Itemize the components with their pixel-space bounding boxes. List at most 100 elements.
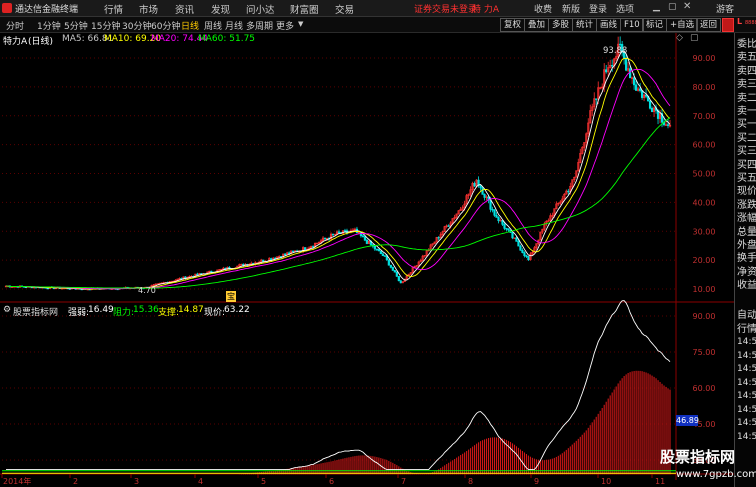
panel-header-small: 8888 [745, 20, 756, 26]
candle-body [331, 233, 335, 236]
candle-body [323, 237, 327, 240]
tick-time-3: 14:56 [737, 377, 756, 388]
candle-body [629, 68, 632, 79]
candle-body [491, 209, 494, 211]
candle-body [361, 235, 365, 237]
candle-body [611, 65, 614, 67]
candle-body [363, 236, 367, 241]
candle-body [437, 237, 440, 239]
candle-body [503, 224, 506, 229]
candle-body [389, 264, 392, 268]
price-tick-label: 20.00 [693, 256, 716, 265]
watermark-title: 股票指标网 [660, 448, 736, 466]
auto-label[interactable]: 自动 [737, 306, 756, 321]
xaxis-label: 2014年 [3, 476, 31, 486]
quote-label[interactable]: 行情 [737, 320, 756, 335]
gear-icon[interactable]: ⚙ [3, 305, 11, 315]
price-tick-label: 80.00 [693, 83, 716, 92]
candle-body [521, 249, 524, 253]
candle-body [595, 98, 598, 100]
candle-body [495, 215, 498, 218]
candle-body [377, 248, 380, 252]
candle-body [292, 250, 295, 253]
candle-body [644, 94, 648, 97]
tick-time-6: 14:56 [737, 418, 756, 428]
sub-tick-label: 75.00 [693, 348, 716, 357]
metric-strength-label: 强弱: [68, 308, 90, 318]
strength-line [6, 300, 671, 471]
candle-body [648, 100, 652, 109]
metric-resistance-label: 阻力: [113, 308, 135, 318]
tick-time-2: 14:56 [737, 364, 756, 374]
candle-body [497, 217, 500, 222]
candle-body [381, 253, 384, 257]
candle-body [447, 225, 450, 227]
candle-body [605, 69, 608, 73]
current-value-badge: 46.89 [676, 415, 699, 426]
quote-side-panel: L 8888 委比卖五卖四卖三卖二卖一买一买二买三买四买五现价涨跌涨幅总量外盘换… [734, 17, 756, 487]
sub-tick-label: 90.00 [693, 312, 716, 321]
candle-body [523, 252, 526, 257]
candle-body [387, 259, 390, 266]
candle-body [68, 288, 71, 290]
candle-body [567, 190, 570, 193]
candle-body [284, 253, 287, 256]
xaxis-label: 6 [329, 477, 334, 486]
candle-body [493, 209, 496, 216]
candle-body [311, 246, 315, 248]
panel-header-badge: L [737, 17, 743, 26]
metric-strength-value: 16.49 [88, 305, 114, 315]
watermark-url: www.7gpzb.com [676, 469, 756, 480]
candle-body [635, 84, 638, 91]
sub-tick-label: 60.00 [693, 384, 716, 393]
candle-body [393, 270, 396, 273]
xaxis-label: 3 [134, 477, 139, 486]
candle-body [481, 187, 484, 195]
price-tick-label: 30.00 [693, 227, 716, 236]
xaxis-label: 2 [73, 477, 78, 486]
candle-body [619, 43, 622, 46]
candle-body [650, 107, 654, 113]
low-price-label: 4.70 [138, 286, 156, 295]
candle-body [517, 241, 520, 247]
candle-body [515, 237, 518, 242]
candle-body [373, 245, 376, 250]
candle-body [483, 194, 486, 198]
candle-body [337, 231, 341, 233]
price-tick-label: 10.00 [693, 285, 716, 294]
tick-time-4: 14:56 [737, 391, 756, 401]
candle-body [196, 273, 199, 276]
candle-body [519, 245, 522, 251]
candle-body [473, 183, 476, 187]
tick-time-7: 14:56 [737, 431, 756, 442]
metric-support-label: 支撑: [158, 308, 180, 318]
candle-body [343, 230, 347, 232]
metric-resistance-value: 15.36 [133, 305, 159, 315]
metric-price-value: 63.22 [224, 305, 250, 315]
tick-time-0: 14:56 [737, 337, 756, 347]
candle-body [270, 258, 273, 261]
kline-chart[interactable]: 90.00 80.00 70.00 60.00 50.00 40.00 30.00 20.00… [0, 0, 734, 487]
price-tick-label: 60.00 [693, 141, 716, 150]
candle-body [511, 232, 514, 239]
price-tick-label: 40.00 [693, 198, 716, 207]
price-tick-label: 70.00 [693, 112, 716, 121]
candle-body [375, 248, 378, 251]
indicator-title[interactable]: 股票指标网 [13, 305, 58, 318]
xaxis-label: 7 [401, 477, 406, 486]
candle-body [399, 280, 402, 284]
event-marker-icon[interactable]: 宝 [226, 291, 236, 302]
price-tick-label: 50.00 [693, 170, 716, 179]
candle-body [397, 276, 400, 282]
candle-body [365, 239, 369, 244]
xaxis-label: 11 [655, 477, 665, 486]
candle-body [507, 228, 510, 231]
candle-body [505, 228, 508, 230]
metric-support-value: 14.87 [178, 305, 204, 315]
candle-body [525, 255, 528, 257]
xaxis-label: 8 [468, 477, 473, 486]
high-price-label: 93.88 [603, 46, 628, 56]
candle-body [527, 256, 530, 261]
metric-price-label: 现价: [204, 308, 226, 318]
xaxis-label: 9 [534, 477, 539, 486]
